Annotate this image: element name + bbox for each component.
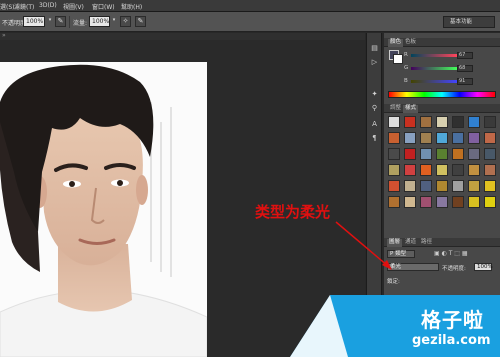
channel-r-slider[interactable] [411, 54, 457, 57]
options-bar: 不透明度: 100% ▾ ✎ 流量: 100% ▾ ✧ ✎ [0, 12, 500, 32]
style-swatch[interactable] [420, 164, 432, 176]
tab-color[interactable]: 顏色 [388, 39, 404, 47]
style-swatch[interactable] [388, 116, 400, 128]
menu-view[interactable]: 視圖(V) [63, 2, 84, 11]
character-icon[interactable]: A [369, 119, 380, 130]
flow-label: 流量: [73, 20, 88, 27]
style-swatch[interactable] [436, 116, 448, 128]
style-swatch[interactable] [468, 196, 480, 208]
workspace-switcher[interactable]: 基本功能 [443, 16, 495, 28]
filter-icons[interactable]: ▣ ◐ T ⬚ ▦ [434, 250, 468, 257]
channel-g-value[interactable]: 68 [457, 65, 473, 72]
style-swatch[interactable] [420, 132, 432, 144]
flow-dropdown-icon[interactable]: ▾ [111, 16, 117, 27]
style-swatch[interactable] [388, 132, 400, 144]
menu-bar: 選(S) 濾鏡(T) 3D(D) 視圖(V) 窗口(W) 幫助(H) [0, 0, 500, 12]
tab-styles[interactable]: 樣式 [403, 105, 419, 113]
channel-b-value[interactable]: 91 [457, 78, 473, 85]
document-tab-strip: » [0, 32, 365, 40]
layer-opacity-label: 不透明度: [442, 266, 466, 272]
lock-label: 鎖定: [387, 279, 400, 285]
watermark-url: gezila.com [412, 333, 491, 348]
tab-paths[interactable]: 路徑 [419, 239, 434, 247]
style-swatch[interactable] [452, 196, 464, 208]
style-swatch[interactable] [404, 180, 416, 192]
style-swatch[interactable] [468, 180, 480, 192]
style-swatch[interactable] [452, 148, 464, 160]
style-swatch[interactable] [388, 196, 400, 208]
style-swatch[interactable] [436, 180, 448, 192]
style-swatch[interactable] [404, 116, 416, 128]
style-swatch[interactable] [404, 196, 416, 208]
annotation-text: 类型为柔光 [255, 203, 331, 221]
style-swatch[interactable] [436, 164, 448, 176]
history-icon[interactable]: ▤ [369, 43, 380, 54]
style-swatch[interactable] [420, 148, 432, 160]
pressure-opacity-icon[interactable]: ✎ [55, 16, 66, 27]
brush-presets-icon[interactable]: ✦ [369, 89, 380, 100]
layers-panel-tabs: 圖層 通道 路徑 [384, 238, 500, 247]
style-swatch[interactable] [452, 132, 464, 144]
style-swatch[interactable] [404, 132, 416, 144]
style-swatch[interactable] [436, 196, 448, 208]
style-swatch[interactable] [484, 180, 496, 192]
actions-icon[interactable]: ▷ [369, 57, 380, 68]
color-panel-tabs: 顏色 色板 [384, 38, 500, 47]
style-swatch[interactable] [436, 148, 448, 160]
tab-adjustments[interactable]: 調整 [388, 105, 403, 113]
clone-source-icon[interactable]: ⚲ [369, 103, 380, 114]
style-swatch[interactable] [388, 148, 400, 160]
menu-window[interactable]: 窗口(W) [92, 2, 115, 11]
separator [69, 16, 70, 28]
watermark-title: 格子啦 [421, 308, 484, 332]
document-image[interactable] [0, 62, 207, 357]
style-swatch[interactable] [484, 148, 496, 160]
style-swatch[interactable] [484, 196, 496, 208]
portrait-illustration [0, 62, 207, 357]
style-swatch[interactable] [420, 196, 432, 208]
style-swatch[interactable] [468, 132, 480, 144]
channel-g-label: G [404, 65, 409, 71]
style-swatch[interactable] [468, 164, 480, 176]
channel-g-slider[interactable] [411, 67, 457, 70]
menu-help[interactable]: 幫助(H) [121, 2, 142, 11]
channel-b-slider[interactable] [411, 80, 457, 83]
color-ramp[interactable] [388, 91, 496, 98]
style-swatch[interactable] [468, 148, 480, 160]
styles-grid [388, 116, 496, 212]
style-swatch[interactable] [452, 180, 464, 192]
annotation-arrow [335, 221, 392, 270]
style-swatch[interactable] [452, 164, 464, 176]
style-swatch[interactable] [388, 180, 400, 192]
menu-3d[interactable]: 3D(D) [39, 2, 57, 9]
tab-swatches[interactable]: 色板 [403, 39, 418, 47]
style-swatch[interactable] [420, 180, 432, 192]
style-swatch[interactable] [468, 116, 480, 128]
style-swatch[interactable] [484, 132, 496, 144]
style-swatch[interactable] [484, 116, 496, 128]
channel-b-label: B [404, 78, 408, 84]
style-swatch[interactable] [420, 116, 432, 128]
style-swatch[interactable] [484, 164, 496, 176]
pressure-size-icon[interactable]: ✎ [135, 16, 146, 27]
flow-input[interactable]: 100% [89, 16, 110, 27]
background-color-swatch[interactable] [393, 54, 403, 64]
tab-channels[interactable]: 通道 [403, 239, 418, 247]
style-swatch[interactable] [452, 116, 464, 128]
collapse-arrows-icon[interactable]: » [2, 32, 6, 39]
menu-select[interactable]: 選(S) [0, 2, 15, 11]
menu-filter[interactable]: 濾鏡(T) [14, 2, 34, 11]
styles-panel-tabs: 調整 樣式 [384, 104, 500, 113]
style-swatch[interactable] [404, 164, 416, 176]
opacity-input[interactable]: 100% [23, 16, 45, 27]
style-swatch[interactable] [404, 148, 416, 160]
channel-r-label: R [404, 52, 408, 58]
paragraph-icon[interactable]: ¶ [369, 133, 380, 144]
style-swatch[interactable] [436, 132, 448, 144]
layer-opacity-input[interactable]: 100% [474, 263, 493, 271]
opacity-dropdown-icon[interactable]: ▾ [47, 16, 53, 27]
channel-r-value[interactable]: 67 [457, 52, 473, 59]
style-swatch[interactable] [388, 164, 400, 176]
airbrush-icon[interactable]: ✧ [120, 16, 131, 27]
